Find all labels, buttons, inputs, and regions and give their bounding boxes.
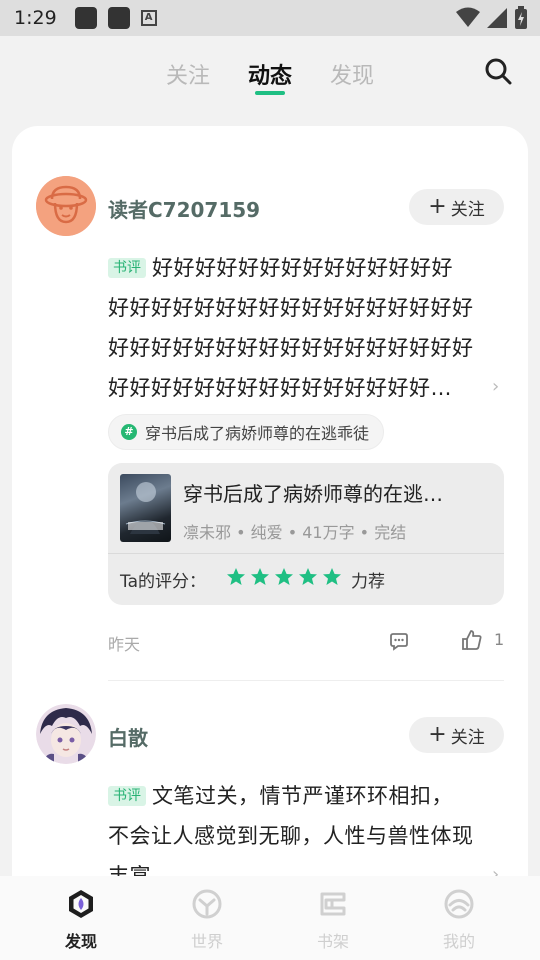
divider: [108, 553, 504, 554]
like-icon[interactable]: [461, 629, 483, 651]
plus-icon: +: [428, 194, 447, 219]
username[interactable]: 白散: [108, 722, 148, 751]
notification-icon: [74, 7, 97, 29]
star-icon: [275, 568, 293, 585]
book-meta: 凛未邪 • 纯爱 • 41万字 • 完结: [183, 523, 407, 542]
follow-label: 关注: [450, 727, 485, 748]
review-line: 好好好好好好好好好好好好好好好好好: [108, 296, 474, 320]
tab-feed[interactable]: 动态: [248, 58, 292, 90]
follow-button[interactable]: + 关注: [409, 189, 504, 225]
status-bar: 1:29 A: [0, 0, 540, 36]
search-icon[interactable]: [484, 57, 512, 85]
star-icon: [323, 568, 341, 585]
review-line: 好好好好好好好好好好好好好好好好好: [108, 336, 474, 360]
signal-icon: [487, 8, 507, 28]
follow-label: 关注: [450, 199, 485, 220]
topic-label: 穿书后成了病娇师尊的在逃乖徒: [145, 424, 370, 443]
nav-profile[interactable]: 我的: [414, 876, 504, 960]
review-line-text: 文笔过关，情节严谨环环相扣，: [152, 784, 453, 808]
avatar[interactable]: [36, 704, 96, 764]
review-text[interactable]: 书评 好好好好好好好好好好好好好好 好好好好好好好好好好好好好好好好好 好好好好好…: [108, 248, 503, 408]
review-line: 好好好好好好好好好好好好好好好…: [108, 376, 452, 400]
username[interactable]: 读者C7207159: [108, 194, 260, 223]
profile-icon: [444, 889, 474, 919]
tab-follow[interactable]: 关注: [166, 58, 210, 90]
user-avatar-icon: [36, 176, 96, 236]
review-tag: 书评: [108, 258, 146, 278]
bookshelf-icon: [320, 892, 346, 916]
nav-label: 世界: [190, 932, 223, 951]
divider: [108, 680, 504, 681]
book-card[interactable]: 穿书后成了病娇师尊的在逃… 凛未邪 • 纯爱 • 41万字 • 完结 Ta的评分…: [108, 463, 504, 605]
nav-world[interactable]: 世界: [162, 876, 252, 960]
star-icon: [299, 568, 317, 585]
post-date: 昨天: [108, 635, 141, 654]
feed-card: 读者C7207159 + 关注 书评 好好好好好好好好好好好好好好 好好好好好好好…: [12, 126, 528, 886]
status-time: 1:29: [14, 7, 57, 29]
nav-label: 我的: [442, 932, 475, 951]
review-line-text: 好好好好好好好好好好好好好好: [152, 256, 453, 280]
user-avatar-icon: [36, 704, 96, 764]
bottom-nav: 发现 世界 书架 我的: [0, 876, 540, 960]
chevron-right-icon[interactable]: ›: [492, 376, 499, 397]
nav-discover[interactable]: 发现: [36, 876, 126, 960]
review-text[interactable]: 书评 文笔过关，情节严谨环环相扣， 不会让人感觉到无聊，人性与兽性体现 丰富: [108, 776, 503, 886]
wifi-icon: [456, 7, 480, 27]
nav-label: 书架: [316, 932, 349, 951]
book-title: 穿书后成了病娇师尊的在逃…: [183, 482, 443, 506]
top-tab-bar: 关注 动态 发现: [0, 36, 540, 108]
battery-icon: [515, 6, 527, 29]
tab-discover[interactable]: 发现: [330, 58, 374, 90]
rating-label: Ta的评分：: [120, 572, 206, 592]
notification-icon-2: [107, 7, 130, 29]
star-icon: [251, 568, 269, 585]
book-cover: [120, 474, 171, 542]
plus-icon: +: [428, 722, 447, 747]
review-line: 书评 文笔过关，情节严谨环环相扣，: [108, 776, 503, 816]
review-tag: 书评: [108, 786, 146, 806]
nav-bookshelf[interactable]: 书架: [288, 876, 378, 960]
star-icon: [227, 568, 245, 585]
like-count: 1: [494, 630, 505, 649]
follow-button[interactable]: + 关注: [409, 717, 504, 753]
review-line: 不会让人感觉到无聊，人性与兽性体现: [108, 824, 474, 848]
review-line: 书评 好好好好好好好好好好好好好好: [108, 248, 503, 288]
nav-label: 发现: [64, 932, 97, 951]
discover-icon: [69, 890, 93, 918]
rating-stars: [226, 567, 342, 587]
comment-icon[interactable]: [389, 631, 409, 651]
topic-chip[interactable]: # 穿书后成了病娇师尊的在逃乖徒: [108, 414, 385, 450]
accessibility-icon: A: [140, 10, 157, 26]
active-tab-indicator: [255, 91, 285, 95]
world-icon: [192, 889, 222, 919]
hashtag-icon: #: [121, 424, 137, 440]
avatar[interactable]: [36, 176, 96, 236]
rating-word: 力荐: [351, 572, 385, 592]
